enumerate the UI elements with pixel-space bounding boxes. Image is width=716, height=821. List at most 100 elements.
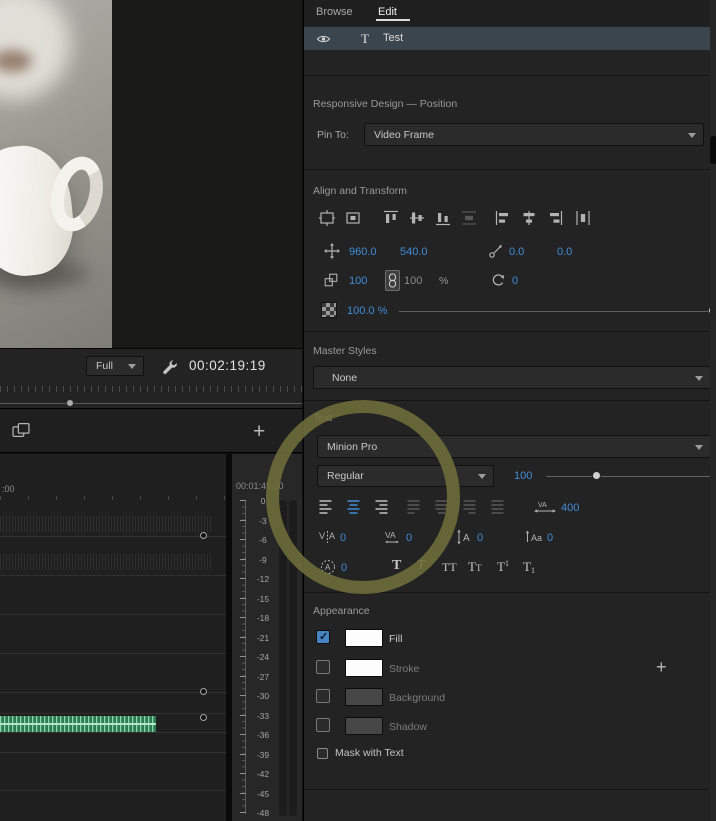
justify-last-left-button[interactable]: [405, 498, 422, 515]
scale-icon: [324, 273, 338, 287]
align-right-icon[interactable]: [546, 209, 564, 227]
keyframe-handle[interactable]: [200, 714, 207, 721]
master-styles-select[interactable]: None: [313, 366, 711, 389]
distribute-horizontal-icon[interactable]: [574, 209, 592, 227]
align-vertical-center-icon[interactable]: [408, 209, 426, 227]
playback-resolution-select[interactable]: Full: [86, 356, 144, 376]
align-left-icon[interactable]: [494, 209, 512, 227]
align-bottom-icon[interactable]: [434, 209, 452, 227]
esg-scrollbar-thumb[interactable]: [710, 136, 716, 164]
faux-bold-button[interactable]: T: [392, 558, 401, 574]
layer-visibility-eye-icon[interactable]: [316, 34, 331, 44]
font-style-select[interactable]: Regular: [317, 465, 494, 487]
rotation-value[interactable]: 0: [512, 275, 518, 287]
font-size-slider[interactable]: [546, 476, 716, 477]
align-text-center-button[interactable]: [345, 498, 362, 515]
anchor-y-value[interactable]: 0.0: [557, 246, 572, 258]
svg-text:Aa: Aa: [531, 533, 542, 543]
meter-tick: [240, 519, 246, 521]
timeline-ruler-label: :00: [2, 484, 15, 494]
font-size-slider-handle[interactable]: [592, 471, 601, 480]
program-monitor: [0, 0, 302, 348]
esg-scrollbar[interactable]: [710, 0, 716, 821]
font-family-select[interactable]: Minion Pro: [317, 435, 711, 458]
meter-tick: [240, 792, 246, 794]
position-x-value[interactable]: 960.0: [349, 246, 377, 258]
align-center-frame-icon[interactable]: [318, 209, 336, 227]
meter-scale-label: -9: [259, 554, 267, 565]
meter-scale-label: -3: [259, 515, 267, 526]
svg-text:A: A: [325, 563, 331, 572]
stroke-checkbox[interactable]: [316, 660, 330, 674]
opacity-value[interactable]: 100.0 %: [347, 305, 387, 317]
background-color-swatch[interactable]: [345, 688, 383, 706]
leading-icon: A: [457, 529, 470, 545]
tab-browse[interactable]: Browse: [316, 6, 353, 18]
meter-tick: [240, 812, 246, 813]
scrub-track[interactable]: [0, 403, 302, 404]
background-checkbox[interactable]: [316, 689, 330, 703]
superscript-1-glyph: 1: [504, 559, 509, 568]
audio-clip-green[interactable]: [0, 716, 156, 732]
tab-edit[interactable]: Edit: [378, 6, 397, 18]
small-caps-glyph-large: T: [468, 559, 476, 574]
distribute-vertical-icon[interactable]: [460, 209, 478, 227]
faux-italic-button[interactable]: T: [417, 558, 425, 574]
baseline-shift-value[interactable]: 0: [547, 532, 553, 544]
shadow-color-swatch[interactable]: [345, 717, 383, 735]
comparison-view-icon[interactable]: [12, 421, 30, 439]
add-stroke-button[interactable]: +: [656, 657, 667, 677]
align-frame-inner-icon[interactable]: [344, 209, 362, 227]
audio-clip-waveform[interactable]: [0, 516, 212, 532]
keyframe-handle[interactable]: [200, 688, 207, 695]
track-divider: [0, 713, 226, 714]
justify-last-center-button[interactable]: [433, 498, 450, 515]
background-label: Background: [389, 692, 446, 704]
all-caps-button[interactable]: TT: [442, 560, 457, 575]
meter-scale-label: -12: [256, 574, 270, 584]
svg-text:V: V: [319, 531, 325, 541]
mask-with-text-checkbox[interactable]: [317, 748, 328, 759]
fill-color-swatch[interactable]: [345, 629, 383, 647]
font-size-value[interactable]: 100: [514, 470, 532, 482]
layer-row-selected[interactable]: T Test: [304, 27, 716, 50]
tsume-value[interactable]: 0: [341, 562, 347, 574]
rotation-icon: [492, 274, 505, 286]
align-text-right-button[interactable]: [373, 498, 390, 515]
subscript-button[interactable]: T1: [523, 558, 535, 576]
scale-y-value[interactable]: 100: [404, 275, 422, 287]
scrub-handle[interactable]: [66, 399, 74, 407]
settings-wrench-icon[interactable]: [162, 359, 178, 375]
tracking-alt-value[interactable]: 0: [406, 532, 412, 544]
meter-scale-label: -15: [256, 593, 270, 604]
align-horizontal-center-icon[interactable]: [520, 209, 538, 227]
kerning-value[interactable]: 0: [340, 532, 346, 544]
position-y-value[interactable]: 540.0: [400, 246, 428, 258]
leading-value[interactable]: 0: [477, 532, 483, 544]
superscript-button[interactable]: T1: [497, 558, 509, 576]
keyframe-handle[interactable]: [200, 532, 207, 539]
fill-checkbox[interactable]: [316, 630, 330, 644]
audio-clip-waveform[interactable]: [0, 554, 212, 570]
pin-to-select[interactable]: Video Frame: [364, 123, 704, 146]
align-top-icon[interactable]: [382, 209, 400, 227]
program-monitor-preview[interactable]: [0, 0, 112, 348]
opacity-slider[interactable]: [399, 311, 716, 312]
button-editor-icon[interactable]: +: [253, 421, 265, 442]
tracking-alt-icon: VA: [385, 530, 399, 544]
meter-tick: [240, 695, 246, 696]
playback-resolution-value: Full: [96, 359, 113, 372]
justify-last-right-button[interactable]: [461, 498, 478, 515]
link-scale-toggle[interactable]: [385, 270, 400, 291]
meter-scale-label: -27: [256, 671, 270, 682]
scale-x-value[interactable]: 100: [349, 275, 367, 287]
svg-text:VA: VA: [538, 502, 547, 509]
justify-all-button[interactable]: [489, 498, 506, 515]
stroke-color-swatch[interactable]: [345, 659, 383, 677]
anchor-x-value[interactable]: 0.0: [509, 246, 524, 258]
small-caps-button[interactable]: TT: [468, 558, 481, 576]
shadow-checkbox[interactable]: [316, 718, 330, 732]
align-text-left-button[interactable]: [317, 498, 334, 515]
timeline-ruler-ticks[interactable]: [0, 496, 226, 500]
tracking-value[interactable]: 400: [561, 502, 579, 514]
